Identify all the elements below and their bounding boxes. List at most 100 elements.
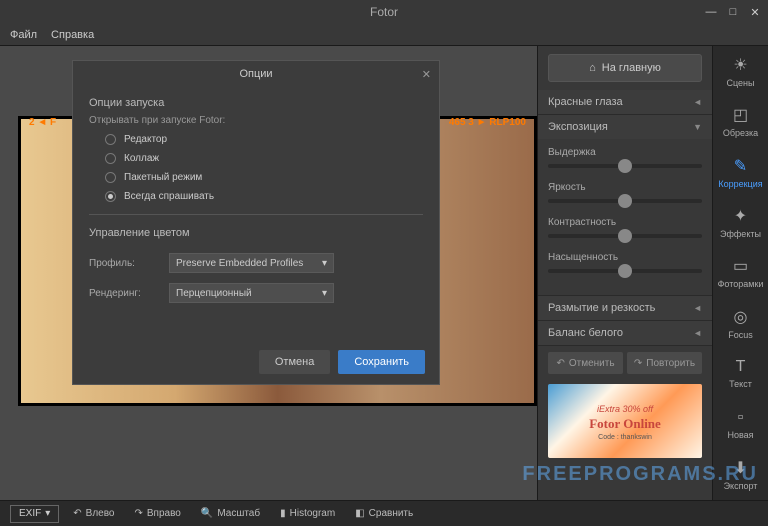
chevron-left-icon: ◄ [693,303,702,313]
undo-icon: ↶ [556,358,564,369]
tool-scenes[interactable]: ☀Сцены [713,46,768,96]
histogram-button[interactable]: ▮Histogram [274,508,341,519]
tool-export[interactable]: ⬇Экспорт [713,450,768,500]
radio-collage[interactable]: Коллаж [105,153,423,164]
menubar: Файл Справка [0,24,768,46]
tool-crop[interactable]: ◰Обрезка [713,96,768,146]
radio-icon[interactable] [105,134,116,145]
slider-thumb[interactable] [618,264,632,278]
redo-button[interactable]: ↷Повторить [627,352,702,374]
export-icon: ⬇ [734,458,747,478]
section-white-balance: Баланс белого ◄ [538,321,712,346]
frame-icon: ▭ [733,256,748,276]
tool-text[interactable]: TТекст [713,349,768,399]
slider-brightness: Яркость [548,182,702,203]
startup-section-title: Опции запуска [89,97,423,109]
radio-icon[interactable] [105,191,116,202]
rotate-left-icon: ↶ [73,508,81,519]
tool-focus[interactable]: ◎Focus [713,298,768,348]
radio-batch[interactable]: Пакетный режим [105,172,423,183]
slider-saturation: Насыщенность [548,252,702,273]
cancel-button[interactable]: Отмена [259,350,330,374]
section-exposure: Экспозиция ▼ Выдержка Яркость Контрастно… [538,115,712,296]
options-dialog: Опции ✕ Опции запуска Открывать при запу… [72,60,440,385]
slider-track[interactable] [548,164,702,168]
rotate-right-icon: ↷ [134,508,142,519]
radio-icon[interactable] [105,153,116,164]
tool-sidebar: ☀Сцены ◰Обрезка ✎Коррекция ✦Эффекты ▭Фот… [712,46,768,500]
dialog-close-button[interactable]: ✕ [422,68,431,81]
slider-label: Насыщенность [548,252,702,263]
crop-icon: ◰ [733,105,748,125]
slider-thumb[interactable] [618,194,632,208]
home-icon: ⌂ [589,62,596,74]
tool-new[interactable]: ▫Новая [713,399,768,449]
slider-track[interactable] [548,234,702,238]
radio-icon[interactable] [105,172,116,183]
chevron-down-icon: ▾ [322,288,327,299]
divider [89,214,423,215]
dialog-titlebar: Опции ✕ [73,61,439,87]
page-icon: ▫ [738,409,744,427]
rendering-select[interactable]: Перцепционный▾ [169,283,334,303]
frame-info-right: 465 3 ► RLP100 [449,117,526,128]
chevron-down-icon: ▾ [322,258,327,269]
profile-row: Профиль: Preserve Embedded Profiles▾ [89,253,423,273]
profile-label: Профиль: [89,258,159,269]
home-button[interactable]: ⌂ На главную [548,54,702,82]
maximize-button[interactable]: □ [724,4,742,20]
scale-button[interactable]: 🔍Масштаб [195,508,266,519]
section-blur-sharp: Размытие и резкость ◄ [538,296,712,321]
slider-label: Яркость [548,182,702,193]
section-header-wb[interactable]: Баланс белого ◄ [538,321,712,345]
slider-label: Выдержка [548,147,702,158]
chevron-left-icon: ◄ [693,328,702,338]
tool-correction[interactable]: ✎Коррекция [713,147,768,197]
exif-button[interactable]: EXIF▾ [10,505,59,523]
app-title: Fotor [370,5,398,19]
slider-thumb[interactable] [618,159,632,173]
ad-banner[interactable]: iExtra 30% off Fotor Online Code : thank… [548,384,702,458]
minimize-button[interactable]: — [702,4,720,20]
undo-button[interactable]: ↶Отменить [548,352,623,374]
rendering-label: Рендеринг: [89,288,159,299]
zoom-icon: 🔍 [201,508,213,519]
tool-effects[interactable]: ✦Эффекты [713,197,768,247]
slider-track[interactable] [548,199,702,203]
compare-button[interactable]: ◧Сравнить [349,508,419,519]
slider-track[interactable] [548,269,702,273]
rotate-right-button[interactable]: ↷Вправо [128,508,186,519]
slider-exposure: Выдержка [548,147,702,168]
menu-help[interactable]: Справка [51,29,94,41]
radio-editor[interactable]: Редактор [105,134,423,145]
slider-thumb[interactable] [618,229,632,243]
ad-line2: Fotor Online [548,416,702,432]
target-icon: ◎ [734,307,748,327]
section-header-red-eye[interactable]: Красные глаза ◄ [538,90,712,114]
dialog-title-text: Опции [239,68,272,80]
save-button[interactable]: Сохранить [338,350,425,374]
section-header-exposure[interactable]: Экспозиция ▼ [538,115,712,139]
redo-icon: ↷ [634,358,642,369]
ad-line1: iExtra 30% off [548,404,702,414]
profile-select[interactable]: Preserve Embedded Profiles▾ [169,253,334,273]
color-mgmt-title: Управление цветом [89,227,423,239]
histogram-icon: ▮ [280,508,286,519]
radio-always-ask[interactable]: Всегда спрашивать [105,191,423,202]
slider-contrast: Контрастность [548,217,702,238]
tool-frames[interactable]: ▭Фоторамки [713,248,768,298]
sun-icon: ☀ [733,55,747,75]
adjustments-panel: ⌂ На главную Красные глаза ◄ Экспозиция … [537,46,712,500]
dialog-footer: Отмена Сохранить [259,350,425,374]
slider-label: Контрастность [548,217,702,228]
menu-file[interactable]: Файл [10,29,37,41]
titlebar: Fotor — □ ✕ [0,0,768,24]
close-button[interactable]: ✕ [746,4,764,20]
sparkle-icon: ✦ [734,206,747,226]
chevron-left-icon: ◄ [693,97,702,107]
compare-icon: ◧ [355,508,364,519]
exposure-content: Выдержка Яркость Контрастность Насыщенно… [538,139,712,295]
rotate-left-button[interactable]: ↶Влево [67,508,120,519]
section-header-blur[interactable]: Размытие и резкость ◄ [538,296,712,320]
chevron-down-icon: ▼ [693,122,702,132]
